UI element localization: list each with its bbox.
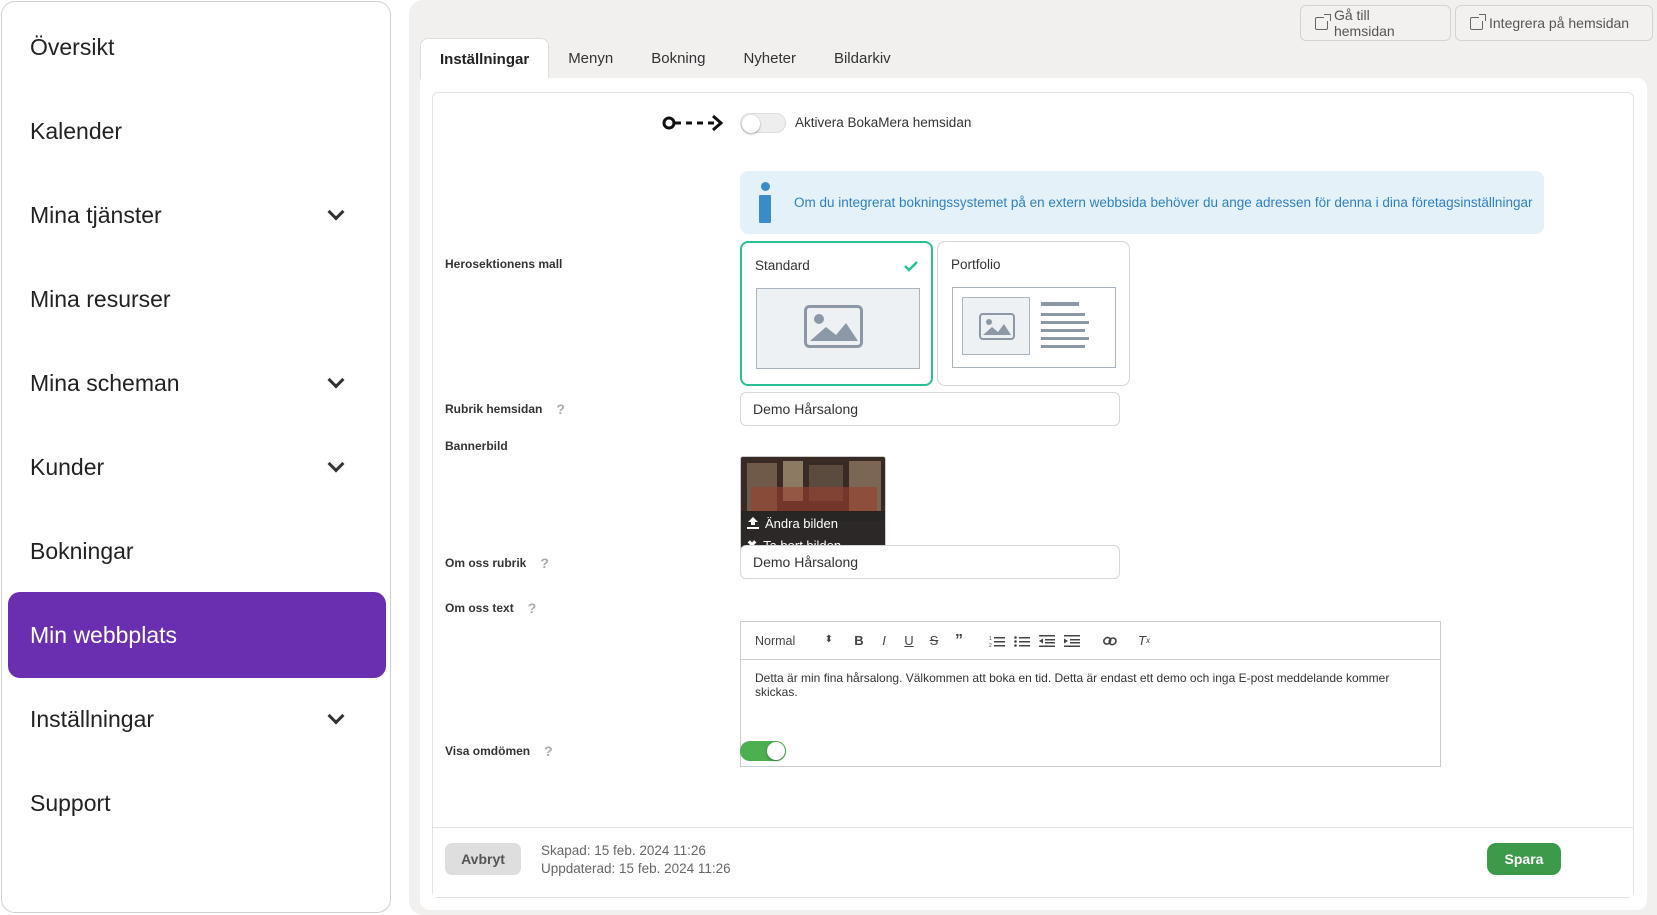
sidebar-item-mina-tjanster[interactable]: Mina tjänster	[8, 172, 386, 258]
sort-arrows-icon: ⬍	[824, 633, 833, 645]
settings-card: Aktivera BokaMera hemsidan Om du integre…	[420, 78, 1647, 910]
template-name: Portfolio	[951, 257, 1001, 272]
template-preview	[952, 287, 1116, 368]
link-icon[interactable]	[1098, 630, 1122, 652]
updated-timestamp: Uppdaterad: 15 feb. 2024 11:26	[541, 861, 731, 876]
italic-icon[interactable]: I	[872, 630, 896, 652]
text-lines-icon	[1041, 302, 1089, 348]
sidebar-item-min-webbplats[interactable]: Min webbplats	[8, 592, 386, 678]
ordered-list-icon[interactable]: 12	[985, 630, 1009, 652]
about-text-content[interactable]: Detta är min fina hårsalong. Välkommen a…	[741, 660, 1440, 710]
show-reviews-toggle[interactable]	[740, 741, 786, 761]
site-title-input[interactable]: Demo Hårsalong	[740, 392, 1120, 426]
settings-form: Aktivera BokaMera hemsidan Om du integre…	[432, 92, 1634, 898]
about-title-input[interactable]: Demo Hårsalong	[740, 545, 1120, 579]
bold-icon[interactable]: B	[847, 630, 871, 652]
site-title-label: Rubrik hemsidan?	[445, 401, 565, 417]
sidebar-item-bokningar[interactable]: Bokningar	[8, 508, 386, 594]
save-button[interactable]: Spara	[1487, 843, 1561, 875]
tab-bokning[interactable]: Bokning	[632, 38, 724, 79]
change-image-button[interactable]: Ändra bilden	[741, 512, 885, 534]
template-preview	[756, 288, 920, 369]
svg-text:1: 1	[989, 636, 992, 642]
tab-bar: Inställningar Menyn Bokning Nyheter Bild…	[420, 38, 910, 79]
chevron-down-icon	[327, 707, 345, 725]
template-portfolio[interactable]: Portfolio	[937, 241, 1130, 386]
sidebar-item-mina-resurser[interactable]: Mina resurser	[8, 256, 386, 342]
sidebar: Översikt Kalender Mina tjänster Mina res…	[1, 1, 391, 913]
check-icon	[904, 261, 918, 272]
svg-text:2: 2	[989, 643, 992, 647]
info-box: Om du integrerat bokningssystemet på en …	[740, 171, 1544, 234]
goto-site-button[interactable]: Gå till hemsidan	[1300, 5, 1451, 41]
integrate-label: Integrera på hemsidan	[1489, 15, 1630, 31]
tab-installningar[interactable]: Inställningar	[420, 38, 550, 79]
sidebar-item-installningar[interactable]: Inställningar	[8, 676, 386, 762]
chevron-down-icon	[327, 203, 345, 221]
banner-image: Ändra bilden ✖ Ta bort bilden	[740, 456, 886, 557]
outdent-icon[interactable]	[1035, 630, 1059, 652]
sidebar-item-support[interactable]: Support	[8, 760, 386, 846]
form-footer: Avbryt Skapad: 15 feb. 2024 11:26 Uppdat…	[433, 827, 1633, 897]
sidebar-item-label: Bokningar	[30, 537, 134, 564]
sidebar-item-label: Mina scheman	[30, 369, 180, 396]
upload-icon	[747, 517, 759, 529]
cancel-button[interactable]: Avbryt	[445, 843, 521, 875]
template-standard[interactable]: Standard	[740, 241, 933, 386]
tab-menyn[interactable]: Menyn	[549, 38, 632, 79]
sidebar-item-label: Mina resurser	[30, 285, 171, 312]
format-select[interactable]: Normal ⬍	[755, 634, 833, 648]
help-icon[interactable]: ?	[528, 600, 537, 616]
sidebar-item-label: Inställningar	[30, 705, 155, 732]
banner-label: Bannerbild	[445, 439, 508, 453]
tab-nyheter[interactable]: Nyheter	[724, 38, 815, 79]
help-icon[interactable]: ?	[556, 401, 565, 417]
sidebar-item-mina-scheman[interactable]: Mina scheman	[8, 340, 386, 426]
activate-site-label: Aktivera BokaMera hemsidan	[795, 115, 972, 130]
tab-bildarkiv[interactable]: Bildarkiv	[815, 38, 910, 79]
sidebar-item-label: Mina tjänster	[30, 201, 162, 228]
underline-icon[interactable]: U	[897, 630, 921, 652]
info-text: Om du integrerat bokningssystemet på en …	[794, 195, 1533, 210]
toggle-knob	[742, 115, 760, 133]
about-title-label: Om oss rubrik?	[445, 555, 549, 571]
info-icon	[754, 181, 776, 224]
sidebar-item-kunder[interactable]: Kunder	[8, 424, 386, 510]
external-link-icon	[1315, 13, 1331, 30]
created-timestamp: Skapad: 15 feb. 2024 11:26	[541, 843, 706, 858]
help-icon[interactable]: ?	[544, 743, 553, 759]
sidebar-item-label: Kalender	[30, 117, 123, 144]
image-icon	[979, 313, 1015, 340]
show-reviews-label: Visa omdömen?	[445, 743, 553, 759]
integrate-button[interactable]: Integrera på hemsidan	[1455, 5, 1653, 41]
sidebar-item-oversikt[interactable]: Översikt	[8, 4, 386, 90]
chevron-down-icon	[327, 371, 345, 389]
arrow-pointer-icon	[662, 114, 724, 132]
image-icon	[804, 305, 863, 348]
help-icon[interactable]: ?	[540, 555, 549, 571]
indent-icon[interactable]	[1060, 630, 1084, 652]
quote-icon[interactable]: ”	[947, 630, 971, 652]
sidebar-item-label: Support	[30, 789, 111, 816]
sidebar-item-kalender[interactable]: Kalender	[8, 88, 386, 174]
sidebar-item-label: Översikt	[30, 33, 115, 60]
strikethrough-icon[interactable]: S	[922, 630, 946, 652]
activate-site-toggle[interactable]	[740, 113, 786, 133]
about-text-editor: Normal ⬍ B I U S ” 12 T x Detta är min f…	[740, 621, 1441, 767]
template-name: Standard	[755, 258, 810, 273]
about-text-label: Om oss text?	[445, 600, 537, 616]
external-link-icon	[1470, 13, 1486, 30]
bullet-list-icon[interactable]	[1010, 630, 1034, 652]
goto-site-label: Gå till hemsidan	[1333, 7, 1395, 39]
clear-format-icon[interactable]: Tx	[1132, 630, 1156, 652]
editor-toolbar: Normal ⬍ B I U S ” 12 T x	[741, 622, 1440, 660]
hero-template-label: Herosektionens mall	[445, 257, 563, 271]
sidebar-item-label: Kunder	[30, 453, 105, 480]
chevron-down-icon	[327, 455, 345, 473]
main-panel: Gå till hemsidan Integrera på hemsidan I…	[409, 0, 1657, 915]
sidebar-item-label: Min webbplats	[30, 621, 178, 648]
toggle-knob	[767, 742, 785, 760]
